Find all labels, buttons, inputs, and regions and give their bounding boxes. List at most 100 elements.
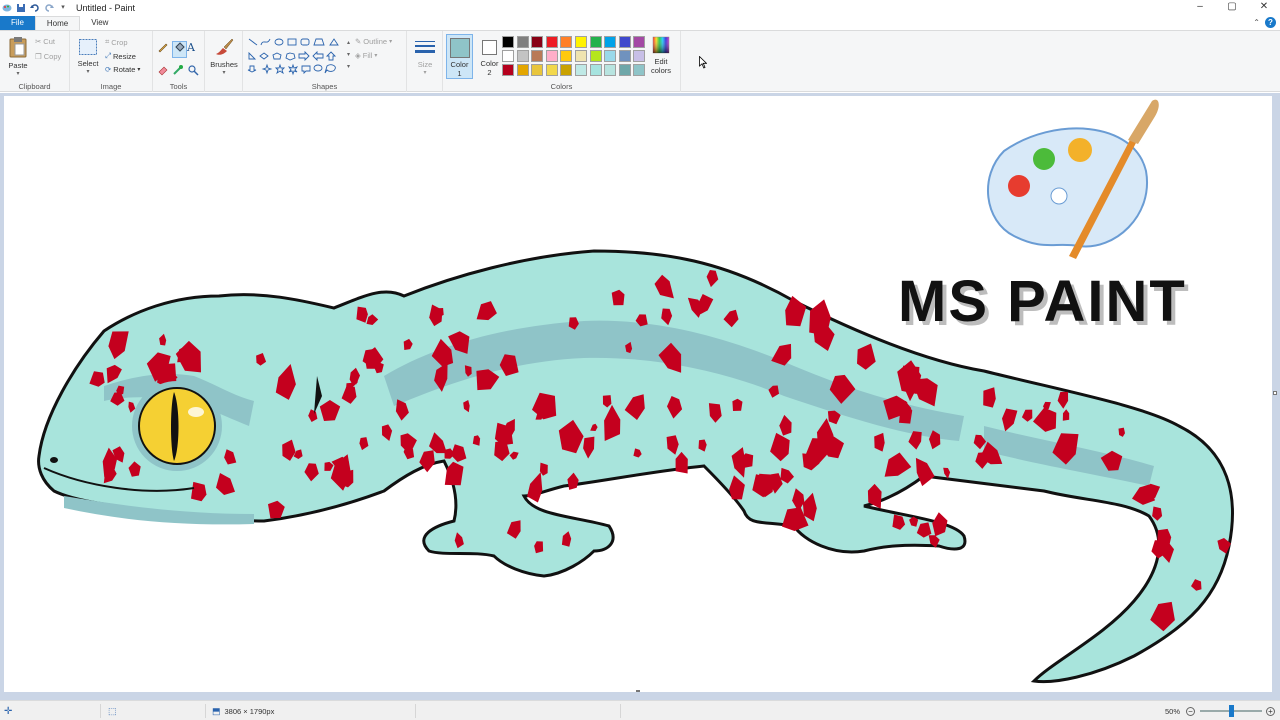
- zoom-out-button[interactable]: −: [1186, 705, 1195, 717]
- select-button[interactable]: Select ▾: [75, 38, 101, 75]
- ribbon-tabs: File Home View ⌃ ?: [0, 16, 1280, 30]
- palette-swatch[interactable]: [574, 64, 587, 76]
- palette-swatch[interactable]: [574, 36, 587, 48]
- size-group: Size ▾: [407, 31, 443, 92]
- mouse-cursor-icon: [699, 56, 707, 69]
- color-wheel-icon: [652, 36, 670, 54]
- paint-palette-logo: [987, 99, 1159, 259]
- brush-icon: [216, 38, 234, 55]
- palette-swatch[interactable]: [502, 36, 514, 48]
- fill-icon[interactable]: [172, 41, 187, 58]
- shapes-gallery[interactable]: [247, 36, 347, 78]
- selection-icon: ⬚: [108, 705, 117, 716]
- help-button[interactable]: ?: [1265, 17, 1276, 28]
- canvas-area: MS PAINT: [0, 93, 1280, 700]
- color1-button[interactable]: Color 1: [446, 34, 473, 79]
- pencil-icon[interactable]: [157, 41, 172, 58]
- palette-swatch[interactable]: [633, 50, 646, 62]
- crop-button[interactable]: ⌗ Crop: [105, 37, 128, 47]
- collapse-ribbon-icon[interactable]: ⌃: [1253, 18, 1260, 27]
- color1-label: Color: [450, 60, 469, 69]
- palette-swatch[interactable]: [589, 36, 602, 48]
- zoom-slider[interactable]: [1200, 705, 1262, 717]
- copy-button[interactable]: ❐ Copy: [35, 52, 61, 61]
- color1-swatch: [449, 38, 470, 58]
- zoom-out-icon: −: [1186, 706, 1195, 716]
- customize-icon[interactable]: ▾: [58, 3, 68, 13]
- resize-button[interactable]: ⤢ Resize: [105, 51, 136, 61]
- palette-swatch[interactable]: [545, 36, 558, 48]
- tab-home[interactable]: Home: [34, 16, 81, 30]
- zoom-in-button[interactable]: +: [1266, 705, 1275, 717]
- close-button[interactable]: ✕: [1248, 0, 1280, 16]
- crop-label: Crop: [111, 37, 128, 47]
- palette-swatch[interactable]: [502, 64, 514, 76]
- outline-label: Outline: [363, 37, 388, 46]
- tab-view[interactable]: View: [80, 16, 119, 30]
- palette-swatch[interactable]: [531, 36, 544, 48]
- tab-file[interactable]: File: [0, 16, 35, 30]
- cut-button[interactable]: ✂ Cut: [35, 37, 55, 46]
- palette-swatch[interactable]: [502, 50, 514, 62]
- size-button[interactable]: Size ▾: [412, 39, 438, 76]
- fill-bucket-icon: ◈: [355, 51, 361, 60]
- zoom-slider-thumb[interactable]: [1228, 705, 1234, 717]
- palette-swatch[interactable]: [618, 36, 631, 48]
- palette-swatch[interactable]: [516, 50, 529, 62]
- palette-swatch[interactable]: [589, 64, 602, 76]
- clipboard-group: Paste ▾ ✂ Cut ❐ Copy Clipboard: [0, 31, 70, 92]
- palette-swatch[interactable]: [604, 50, 617, 62]
- palette-swatch[interactable]: [516, 64, 529, 76]
- color2-swatch: [482, 40, 497, 55]
- minimize-button[interactable]: –: [1184, 0, 1216, 16]
- image-size-icon: ⬒: [212, 705, 221, 716]
- rotate-button[interactable]: ⟳ Rotate ▾: [105, 65, 140, 74]
- palette-swatch[interactable]: [560, 64, 573, 76]
- color2-button[interactable]: Color 2: [476, 34, 503, 79]
- outline-button[interactable]: ✎ Outline ▾: [355, 37, 392, 46]
- palette-swatch[interactable]: [545, 64, 558, 76]
- fill-label: Fill: [362, 51, 373, 60]
- size-label: Size: [417, 60, 433, 69]
- palette-swatch[interactable]: [574, 50, 587, 62]
- brushes-button[interactable]: Brushes ▾: [209, 37, 239, 76]
- palette-swatch[interactable]: [604, 36, 617, 48]
- palette-swatch[interactable]: [633, 36, 646, 48]
- edit-colors-button[interactable]: Edit colors: [649, 36, 673, 75]
- image-size: ⬒ 3806 × 1790px: [212, 705, 274, 717]
- palette-swatch[interactable]: [516, 36, 529, 48]
- text-tool-icon[interactable]: A: [187, 41, 202, 58]
- palette-swatch[interactable]: [589, 50, 602, 62]
- image-group-label: Image: [100, 82, 122, 91]
- cut-label: Cut: [43, 37, 55, 46]
- select-icon: [79, 39, 97, 55]
- canvas-right-handle[interactable]: [1273, 391, 1277, 395]
- ribbon: Paste ▾ ✂ Cut ❐ Copy Clipboard Select ▾ …: [0, 30, 1280, 92]
- image-dimensions: 3806 × 1790px: [224, 706, 275, 716]
- palette-swatch[interactable]: [618, 64, 631, 76]
- palette-swatch[interactable]: [545, 50, 558, 62]
- palette-swatch[interactable]: [531, 64, 544, 76]
- window-title: Untitled - Paint: [76, 3, 136, 13]
- zoom-in-icon: +: [1266, 706, 1275, 716]
- undo-icon[interactable]: [30, 3, 40, 13]
- palette-swatch[interactable]: [560, 50, 573, 62]
- paste-button[interactable]: Paste ▾: [6, 36, 30, 77]
- drawing-canvas[interactable]: MS PAINT: [4, 96, 1272, 692]
- maximize-button[interactable]: ▢: [1216, 0, 1248, 16]
- palette-swatch[interactable]: [604, 64, 617, 76]
- redo-icon[interactable]: [44, 3, 54, 13]
- palette-swatch[interactable]: [618, 50, 631, 62]
- color2-number: 2: [487, 68, 492, 77]
- save-icon[interactable]: [16, 3, 26, 13]
- eraser-icon[interactable]: [157, 64, 172, 79]
- copy-icon: ❐: [35, 52, 42, 61]
- gecko-eye: [132, 381, 222, 471]
- resize-label: Resize: [113, 51, 136, 61]
- palette-swatch[interactable]: [560, 36, 573, 48]
- fill-button[interactable]: ◈ Fill ▾: [355, 51, 377, 60]
- magnifier-icon[interactable]: [187, 64, 202, 79]
- color-picker-icon[interactable]: [172, 64, 187, 79]
- palette-swatch[interactable]: [633, 64, 646, 76]
- palette-swatch[interactable]: [531, 50, 544, 62]
